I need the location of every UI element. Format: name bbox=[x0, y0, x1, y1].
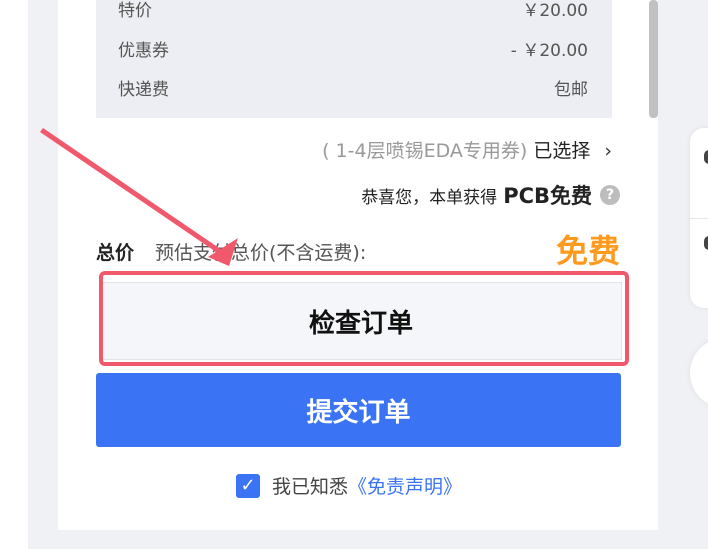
annotation-arrow bbox=[40, 128, 238, 266]
arrow-head bbox=[208, 238, 238, 266]
arrow-shaft bbox=[40, 128, 222, 254]
